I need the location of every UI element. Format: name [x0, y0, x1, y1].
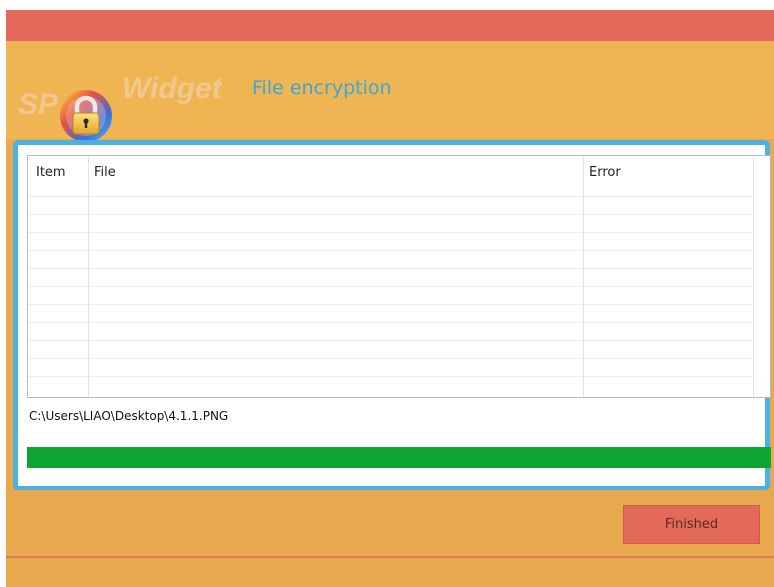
column-divider	[88, 156, 89, 397]
table-row	[28, 286, 752, 287]
current-file-path: C:\Users\LIAO\Desktop\4.1.1.PNG	[29, 409, 229, 423]
column-divider	[753, 156, 754, 397]
finished-button[interactable]: Finished	[623, 505, 760, 544]
progress-fill	[27, 447, 771, 468]
brand-widget-text: Widget	[122, 72, 222, 105]
brand-sp-text: SP	[18, 88, 59, 121]
table-row	[28, 232, 752, 233]
status-bar	[6, 558, 774, 587]
table-header: Item File Error	[28, 156, 770, 196]
table-row	[28, 322, 752, 323]
page-title: File encryption	[252, 77, 392, 99]
header: SP Widget File encryption	[6, 41, 774, 142]
results-table[interactable]: Item File Error	[27, 155, 771, 398]
column-header-error[interactable]: Error	[589, 165, 621, 180]
progress-bar	[27, 447, 771, 468]
table-row	[28, 376, 752, 377]
column-header-file[interactable]: File	[94, 165, 116, 180]
table-row	[28, 196, 752, 197]
table-row	[28, 304, 752, 305]
table-row	[28, 214, 752, 215]
app-window: SP Widget File encryption Item File Erro…	[6, 10, 774, 587]
table-row	[28, 358, 752, 359]
table-row	[28, 268, 752, 269]
padlock-icon	[60, 90, 112, 142]
table-row	[28, 340, 752, 341]
table-row	[28, 250, 752, 251]
column-divider	[583, 156, 584, 397]
column-header-item[interactable]: Item	[36, 165, 66, 180]
encryption-panel: Item File Error C:\Users\LIAO\Desktop\4.…	[13, 140, 771, 491]
title-bar[interactable]	[6, 10, 774, 41]
